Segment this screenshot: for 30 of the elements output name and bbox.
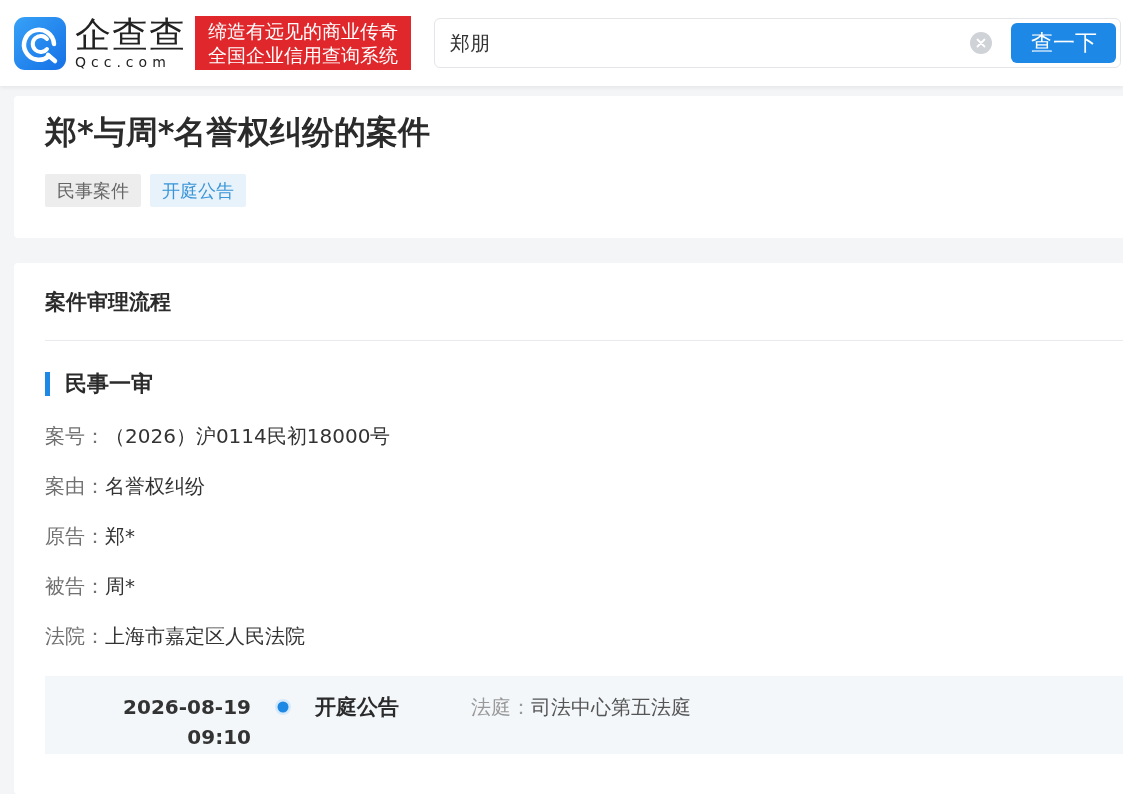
event-title: 开庭公告 xyxy=(315,694,400,721)
case-tag: 民事案件 xyxy=(45,174,141,207)
detail-label: 法庭： xyxy=(471,694,531,721)
field-label: 法院： xyxy=(45,622,105,650)
slogan-text: 全国企业信用查询系统 xyxy=(208,43,398,67)
stage-title: 民事一审 xyxy=(65,370,153,398)
event-time: 09:10 xyxy=(187,724,251,751)
field-value: 上海市嘉定区人民法院 xyxy=(105,622,305,650)
accent-bar-icon xyxy=(45,372,50,396)
logo-domain: Qcc.com xyxy=(75,54,172,70)
clear-icon[interactable] xyxy=(970,32,992,54)
search-button[interactable]: 查一下 xyxy=(1011,23,1116,63)
slogan-text: 缔造有远见的商业传奇 xyxy=(208,19,398,43)
field-value: 郑* xyxy=(105,522,135,550)
timeline-dot-icon xyxy=(275,699,291,715)
field-label: 案号： xyxy=(45,422,105,450)
search-field[interactable]: 郑朋 查一下 xyxy=(434,18,1121,68)
logo-name: 企查查 xyxy=(75,16,187,54)
field-value: 周* xyxy=(105,572,135,600)
detail-value: 司法中心第五法庭 xyxy=(531,694,691,721)
field-label: 被告： xyxy=(45,572,105,600)
section-title: 案件审理流程 xyxy=(45,289,171,316)
field-label: 案由： xyxy=(45,472,105,500)
case-title: 郑*与周*名誉权纠纷的案件 xyxy=(45,112,432,152)
field-value: 名誉权纠纷 xyxy=(105,472,205,500)
logo-icon xyxy=(14,16,66,70)
field-value: （2026）沪0114民初18000号 xyxy=(105,422,391,450)
field-label: 原告： xyxy=(45,522,105,550)
event-date: 2026-08-19 xyxy=(123,694,251,721)
case-tag: 开庭公告 xyxy=(150,174,246,207)
